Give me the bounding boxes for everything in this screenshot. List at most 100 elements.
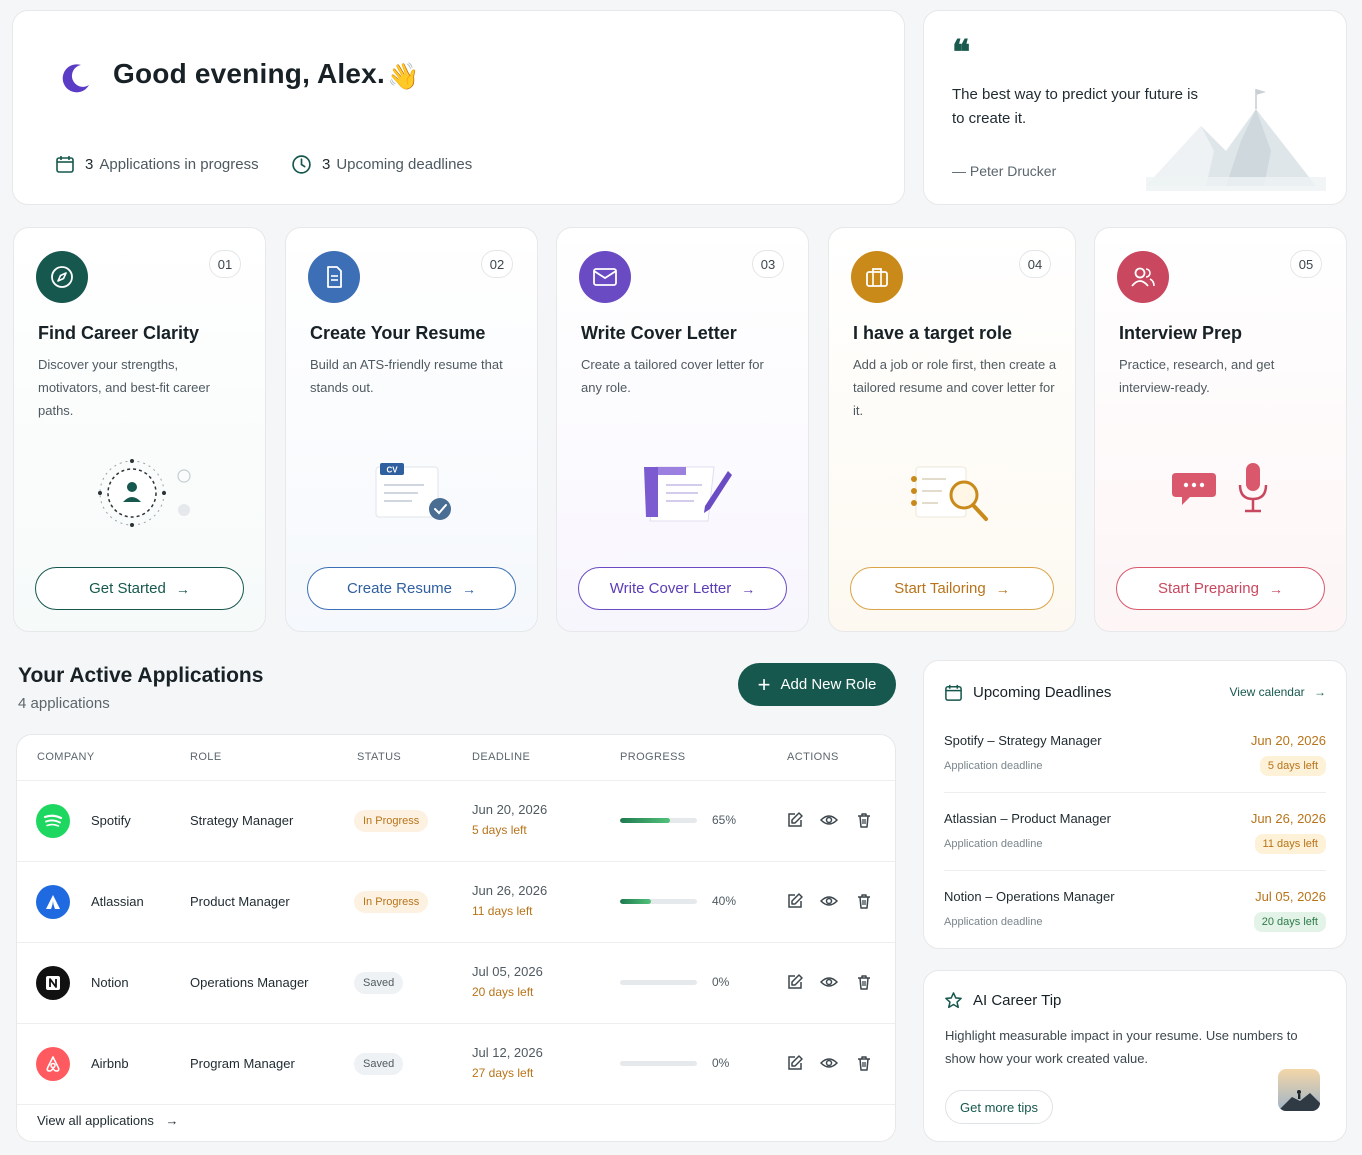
edit-icon[interactable]: [786, 892, 804, 910]
quote-card: ❝ The best way to predict your future is…: [923, 10, 1347, 205]
people-icon: [1117, 251, 1169, 303]
deadline-item[interactable]: Notion – Operations Manager Application …: [944, 889, 1326, 967]
create-resume-button[interactable]: Create Resume →: [307, 567, 516, 610]
deadline-date: Jul 05, 2026: [472, 964, 543, 979]
view-icon[interactable]: [820, 973, 838, 991]
table-row[interactable]: Atlassian Product Manager In Progress Ju…: [17, 862, 895, 943]
column-header-role: ROLE: [190, 751, 222, 763]
deadline-date: Jun 20, 2026: [472, 802, 548, 817]
arrow-right-icon: →: [995, 580, 1010, 597]
quote-author: — Peter Drucker: [952, 163, 1057, 179]
column-header-status: STATUS: [357, 751, 402, 763]
arrow-right-icon: →: [741, 580, 756, 597]
progress-percent: 0%: [712, 975, 730, 989]
edit-icon[interactable]: [786, 973, 804, 991]
interview-illustration: [1095, 443, 1346, 543]
days-left: 5 days left: [472, 823, 527, 837]
deadline-item-title: Atlassian – Product Manager: [944, 811, 1111, 826]
view-calendar-label: View calendar: [1229, 685, 1305, 699]
add-new-role-button[interactable]: + Add New Role: [738, 663, 896, 706]
deadline-item[interactable]: Atlassian – Product Manager Application …: [944, 811, 1326, 889]
deadlines-header: Upcoming Deadlines: [944, 683, 1111, 702]
table-row[interactable]: Notion Operations Manager Saved Jul 05, …: [17, 943, 895, 1024]
envelope-icon: [579, 251, 631, 303]
view-all-applications-link[interactable]: View all applications →: [37, 1113, 178, 1128]
step-description: Build an ATS-friendly resume that stands…: [310, 357, 503, 395]
edit-icon[interactable]: [786, 1054, 804, 1072]
step-number: 04: [1019, 250, 1051, 278]
step-card-career-clarity: 01 Find Career Clarity Discover your str…: [13, 227, 266, 632]
deadline-item[interactable]: Spotify – Strategy Manager Application d…: [944, 733, 1326, 811]
spotify-logo-icon: [36, 804, 70, 838]
step-title: Find Career Clarity: [38, 323, 200, 343]
deadline-item-title: Notion – Operations Manager: [944, 889, 1115, 904]
step-card-interview-prep: 05 Interview Prep Practice, research, an…: [1094, 227, 1347, 632]
step-card-resume: 02 Create Your Resume Build an ATS-frien…: [285, 227, 538, 632]
upcoming-deadlines-stat: 3 Upcoming deadlines: [291, 154, 472, 175]
step-description: Add a job or role first, then create a t…: [853, 357, 1057, 418]
step-description: Discover your strengths, motivators, and…: [38, 357, 210, 418]
cv-tag: CV: [386, 466, 398, 475]
view-icon[interactable]: [820, 892, 838, 910]
resume-illustration: CV: [286, 443, 537, 543]
company-name: Spotify: [91, 813, 131, 828]
arrow-right-icon: →: [1314, 685, 1326, 699]
add-new-role-label: Add New Role: [780, 676, 877, 693]
progress-percent: 65%: [712, 813, 737, 827]
document-icon: [308, 251, 360, 303]
get-more-tips-button[interactable]: Get more tips: [945, 1090, 1054, 1124]
calendar-icon: [945, 684, 962, 701]
applications-table: COMPANY ROLE STATUS DEADLINE PROGRESS AC…: [16, 734, 896, 1142]
deadline-date: Jun 26, 2026: [472, 883, 548, 898]
days-left: 11 days left: [472, 904, 533, 918]
moon-icon: [62, 64, 89, 93]
create-resume-label: Create Resume: [346, 580, 453, 597]
edit-icon[interactable]: [786, 811, 804, 829]
get-started-button[interactable]: Get Started →: [35, 567, 244, 610]
trash-icon[interactable]: [855, 1054, 873, 1072]
role-name: Product Manager: [190, 894, 290, 909]
trash-icon[interactable]: [855, 811, 873, 829]
view-icon[interactable]: [820, 1054, 838, 1072]
column-header-progress: PROGRESS: [620, 751, 686, 763]
table-row[interactable]: Spotify Strategy Manager In Progress Jun…: [17, 781, 895, 862]
step-card-target-role: 04 I have a target role Add a job or rol…: [828, 227, 1076, 632]
step-number: 01: [209, 250, 241, 278]
job-search-illustration: [829, 443, 1075, 543]
role-name: Program Manager: [190, 1056, 295, 1071]
deadline-item-date: Jul 05, 2026: [1255, 889, 1326, 904]
deadlines-count: 3: [322, 156, 331, 173]
step-description: Practice, research, and get interview-re…: [1119, 357, 1275, 395]
deadlines-title: Upcoming Deadlines: [973, 684, 1112, 701]
deadline-item-title: Spotify – Strategy Manager: [944, 733, 1102, 748]
ai-career-tip-card: AI Career Tip Highlight measurable impac…: [923, 970, 1347, 1142]
view-icon[interactable]: [820, 811, 838, 829]
view-all-label: View all applications: [37, 1113, 154, 1128]
arrow-right-icon: →: [165, 1113, 179, 1128]
start-tailoring-button[interactable]: Start Tailoring →: [850, 567, 1054, 610]
clock-icon: [292, 155, 311, 174]
trash-icon[interactable]: [855, 973, 873, 991]
role-name: Operations Manager: [190, 975, 309, 990]
applications-count: 3: [85, 155, 94, 173]
start-preparing-button[interactable]: Start Preparing →: [1116, 567, 1325, 610]
view-calendar-link[interactable]: View calendar →: [1229, 685, 1326, 699]
briefcase-icon: [851, 251, 903, 303]
table-header: COMPANY ROLE STATUS DEADLINE PROGRESS AC…: [17, 735, 895, 781]
step-card-cover-letter: 03 Write Cover Letter Create a tailored …: [556, 227, 809, 632]
deadline-item-date: Jun 20, 2026: [1250, 733, 1326, 748]
table-row[interactable]: Airbnb Program Manager Saved Jul 12, 202…: [17, 1024, 895, 1105]
start-tailoring-label: Start Tailoring: [894, 580, 986, 597]
divider: [944, 792, 1326, 793]
step-title: Write Cover Letter: [581, 323, 737, 343]
tip-title: AI Career Tip: [973, 992, 1062, 1009]
get-started-label: Get Started: [89, 580, 166, 597]
company-name: Notion: [91, 975, 129, 990]
deadline-date: Jul 12, 2026: [472, 1045, 543, 1060]
trash-icon[interactable]: [855, 892, 873, 910]
applications-in-progress-stat: 3 Applications in progress: [55, 154, 259, 174]
progress-fill: [620, 899, 651, 904]
upcoming-deadlines-card: Upcoming Deadlines View calendar → Spoti…: [923, 660, 1347, 949]
write-cover-letter-button[interactable]: Write Cover Letter →: [578, 567, 787, 610]
step-title: I have a target role: [853, 323, 1013, 343]
